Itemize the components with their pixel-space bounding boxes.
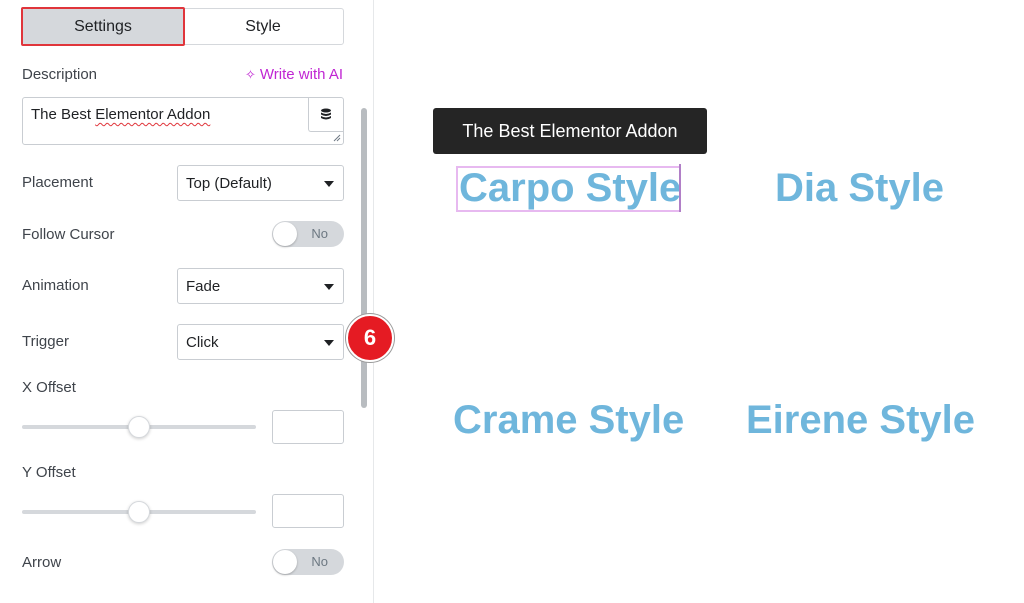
dynamic-tags-button[interactable]: [308, 98, 343, 132]
tab-style[interactable]: Style: [183, 9, 343, 44]
write-with-ai-button[interactable]: ✧ Write with AI: [245, 66, 343, 83]
y-offset-slider[interactable]: [22, 501, 256, 523]
animation-select[interactable]: Fade: [177, 268, 344, 304]
sparkle-icon: ✧: [245, 66, 256, 82]
placement-label: Placement: [22, 174, 93, 191]
dia-style-text[interactable]: Dia Style: [775, 166, 944, 211]
database-icon: [321, 108, 331, 119]
panel-tabs: Settings Style: [22, 8, 344, 45]
description-label: Description: [22, 66, 98, 83]
toggle-knob: [273, 550, 297, 574]
trigger-value: Click: [186, 333, 219, 351]
x-offset-slider-thumb[interactable]: [128, 416, 150, 438]
y-offset-label: Y Offset: [22, 464, 76, 481]
trigger-label: Trigger: [22, 333, 69, 350]
text-cursor: [679, 164, 681, 212]
x-offset-label: X Offset: [22, 379, 76, 396]
caret-down-icon: [324, 181, 334, 187]
arrow-toggle[interactable]: No: [272, 549, 344, 575]
panel-scrollbar[interactable]: [361, 108, 367, 408]
arrow-label: Arrow: [22, 554, 62, 571]
toggle-knob: [273, 222, 297, 246]
trigger-select[interactable]: Click: [177, 324, 344, 360]
caret-down-icon: [324, 284, 334, 290]
description-value: The Best Elementor Addon: [31, 106, 210, 123]
placement-value: Top (Default): [186, 174, 272, 192]
x-offset-slider[interactable]: [22, 416, 256, 438]
step-badge: 6: [346, 314, 394, 362]
y-offset-input[interactable]: [272, 494, 344, 528]
follow-cursor-toggle[interactable]: No: [272, 221, 344, 247]
write-with-ai-label: Write with AI: [259, 66, 343, 83]
arrow-value: No: [311, 554, 328, 569]
preview-tooltip: The Best Elementor Addon: [433, 108, 707, 154]
resize-handle-icon[interactable]: [333, 134, 341, 142]
description-textarea[interactable]: The Best Elementor Addon: [22, 97, 344, 145]
follow-cursor-label: Follow Cursor: [22, 226, 115, 243]
caret-down-icon: [324, 340, 334, 346]
animation-label: Animation: [22, 277, 89, 294]
y-offset-slider-thumb[interactable]: [128, 501, 150, 523]
description-value-underlined: Elementor Addon: [95, 106, 211, 123]
carpo-style-text[interactable]: Carpo Style: [459, 166, 681, 211]
eirene-style-text[interactable]: Eirene Style: [746, 398, 975, 443]
follow-cursor-value: No: [311, 226, 328, 241]
placement-select[interactable]: Top (Default): [177, 165, 344, 201]
tab-settings[interactable]: Settings: [23, 9, 183, 44]
x-offset-input[interactable]: [272, 410, 344, 444]
settings-panel: Settings Style Description ✧ Write with …: [0, 0, 374, 603]
crame-style-text[interactable]: Crame Style: [453, 398, 684, 443]
description-value-prefix: The Best: [31, 106, 96, 123]
animation-value: Fade: [186, 277, 221, 295]
